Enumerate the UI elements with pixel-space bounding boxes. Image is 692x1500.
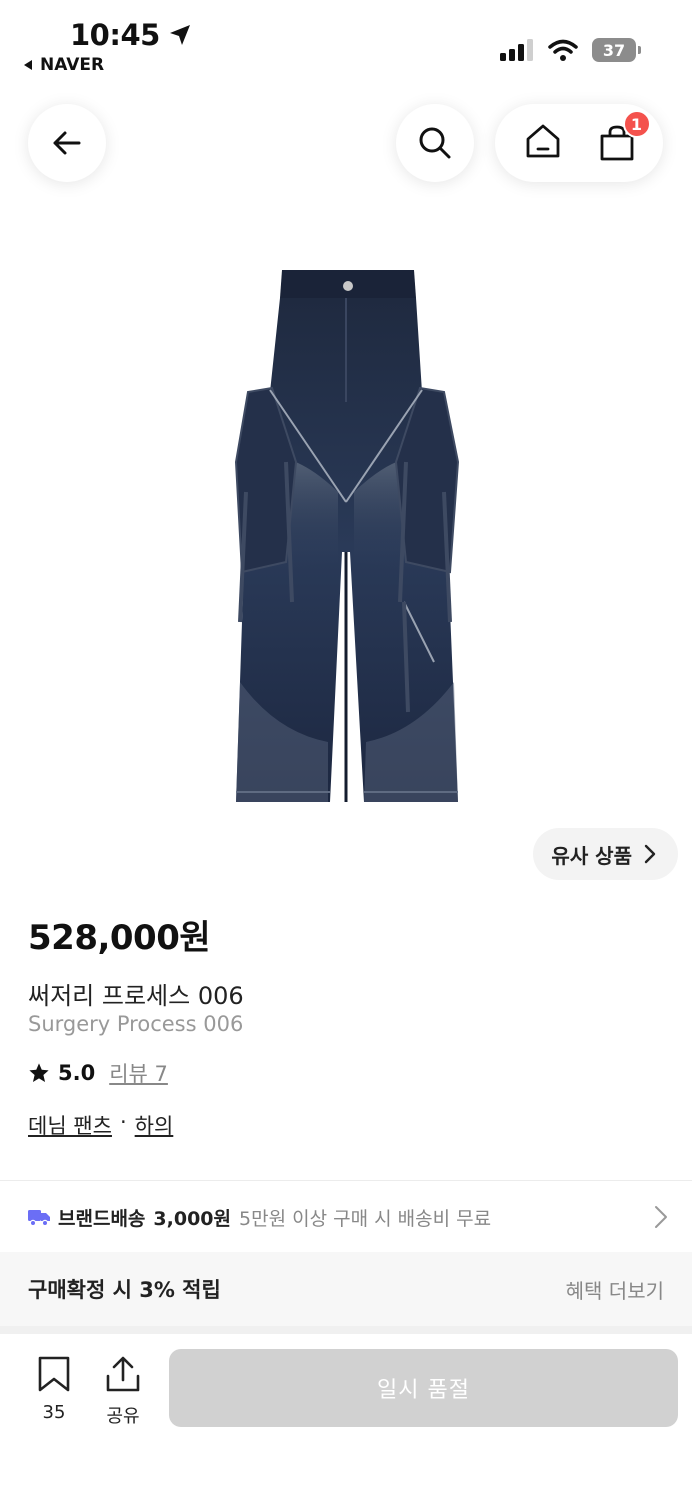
signal-icon (500, 39, 533, 61)
back-to-app-button[interactable]: NAVER (22, 55, 104, 75)
bookmark-button[interactable]: 35 (32, 1356, 76, 1423)
similar-products-label: 유사 상품 (551, 843, 632, 868)
bookmark-icon (38, 1356, 70, 1392)
status-time: 10:45 (70, 18, 192, 52)
benefit-title: 구매확정 시 3% 적립 (28, 1278, 221, 1302)
share-label: 공유 (106, 1406, 140, 1427)
delivery-truck-icon (28, 1210, 50, 1226)
shipping-fee: 3,000원 (153, 1207, 231, 1230)
product-rating: 5.0 리뷰 7 (28, 1058, 168, 1088)
shipping-label: 브랜드배송 (58, 1207, 146, 1230)
product-name-english: Surgery Process 006 (28, 1012, 244, 1036)
product-price: 528,000원 (28, 918, 211, 958)
share-button[interactable]: 공유 (100, 1356, 146, 1428)
category-link-bottoms[interactable]: 하의 (135, 1110, 174, 1140)
home-icon (526, 124, 559, 158)
location-arrow-icon (169, 25, 190, 45)
status-icons: 37 (500, 38, 641, 62)
section-separator (0, 1326, 692, 1334)
wifi-icon (548, 39, 578, 61)
search-icon (419, 127, 451, 159)
share-icon (106, 1356, 140, 1392)
home-cart-group: 1 (495, 104, 663, 182)
cart-button[interactable]: 1 (599, 110, 651, 162)
back-app-label: NAVER (40, 55, 105, 75)
back-button[interactable] (28, 104, 106, 182)
status-bar: 10:45 NAVER 37 (0, 0, 692, 90)
arrow-left-icon (53, 131, 81, 155)
sold-out-button[interactable]: 일시 품절 (169, 1349, 678, 1427)
home-button[interactable] (524, 122, 562, 164)
shipping-condition: 5만원 이상 구매 시 배송비 무료 (239, 1207, 492, 1230)
similar-products-button[interactable]: 유사 상품 (533, 828, 678, 880)
chevron-right-icon (655, 1206, 667, 1228)
review-link[interactable]: 리뷰 7 (109, 1058, 168, 1088)
category-breadcrumb: 데님 팬츠 · 하의 (28, 1110, 173, 1140)
product-name-korean: 써저리 프로세스 006 (28, 982, 244, 1010)
product-image[interactable] (226, 262, 466, 824)
section-divider (0, 1180, 692, 1181)
benefit-more-link[interactable]: 혜택 더보기 (566, 1275, 664, 1304)
chevron-right-icon (644, 844, 656, 864)
category-link-denim-pants[interactable]: 데님 팬츠 (28, 1110, 112, 1140)
category-separator: · (119, 1110, 127, 1134)
bookmark-count: 35 (42, 1402, 66, 1423)
bottom-action-bar: 35 공유 일시 품절 (0, 1334, 692, 1500)
rating-score: 5.0 (58, 1061, 96, 1085)
battery-level: 37 (602, 40, 626, 60)
benefit-row: 구매확정 시 3% 적립 혜택 더보기 (0, 1252, 692, 1326)
star-icon (29, 1063, 49, 1082)
cart-count-badge: 1 (622, 110, 651, 138)
clock-text: 10:45 (70, 18, 160, 52)
search-button[interactable] (396, 104, 474, 182)
shipping-info-row[interactable]: 브랜드배송 3,000원 5만원 이상 구매 시 배송비 무료 (28, 1200, 668, 1234)
battery-indicator: 37 (592, 38, 641, 62)
back-triangle-icon (24, 60, 32, 70)
